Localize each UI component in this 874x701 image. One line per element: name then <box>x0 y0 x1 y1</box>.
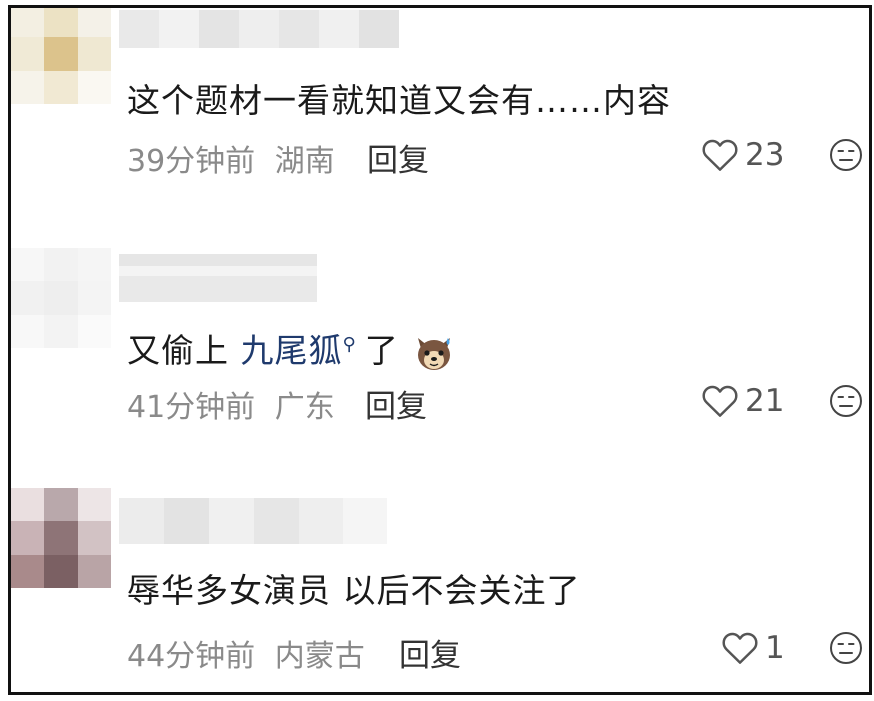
comment-time: 39分钟前 <box>127 144 256 179</box>
avatar[interactable] <box>11 248 111 348</box>
search-icon[interactable]: ⚲ <box>343 334 357 355</box>
comment-time: 41分钟前 <box>127 390 256 425</box>
like-button[interactable]: 1 <box>721 628 785 668</box>
comment-text-prefix: 又偷上 <box>127 331 229 370</box>
comment-location: 湖南 <box>274 144 335 179</box>
comment-item: 辱华多女演员 以后不会关注了 44分钟前 内蒙古 回复 1 <box>11 488 869 692</box>
like-count: 1 <box>765 630 785 666</box>
dislike-face-icon[interactable] <box>829 384 863 418</box>
comment-item: 又偷上 九尾狐⚲ 了 41分钟前 广东 回复 21 <box>11 248 869 478</box>
dislike-face-icon[interactable] <box>829 138 863 172</box>
heart-icon <box>702 139 738 171</box>
username[interactable] <box>119 10 399 48</box>
like-count: 23 <box>745 137 785 173</box>
avatar[interactable] <box>11 8 111 104</box>
hashtag-link[interactable]: 九尾狐 <box>241 331 343 370</box>
like-button[interactable]: 23 <box>701 135 784 175</box>
comment-text: 辱华多女演员 以后不会关注了 <box>127 571 581 610</box>
comment-item: 这个题材一看就知道又会有……内容 39分钟前 湖南 回复 23 <box>11 8 869 238</box>
comment-meta: 44分钟前 内蒙古 <box>127 631 365 675</box>
like-button[interactable]: 21 <box>701 381 784 421</box>
reply-button[interactable]: 回复 <box>365 381 427 426</box>
comment-location: 内蒙古 <box>274 639 365 674</box>
username[interactable] <box>119 498 387 544</box>
heart-icon <box>702 385 738 417</box>
heart-icon <box>722 632 758 664</box>
like-count: 21 <box>745 383 785 419</box>
avatar[interactable] <box>11 488 111 588</box>
reply-button[interactable]: 回复 <box>399 630 461 675</box>
comment-time: 44分钟前 <box>127 639 256 674</box>
comment-text-suffix: 了 <box>364 331 399 370</box>
comment-text: 这个题材一看就知道又会有……内容 <box>127 81 671 120</box>
comment-list: 这个题材一看就知道又会有……内容 39分钟前 湖南 回复 23 又偷上 九尾狐⚲… <box>8 5 872 695</box>
reply-button[interactable]: 回复 <box>367 135 429 180</box>
comment-text: 又偷上 九尾狐⚲ 了 <box>127 324 454 372</box>
comment-meta: 41分钟前 广东 <box>127 382 335 426</box>
comment-location: 广东 <box>274 390 335 425</box>
dislike-face-icon[interactable] <box>829 631 863 665</box>
dog-sweat-emoji <box>418 337 451 370</box>
comment-meta: 39分钟前 湖南 <box>127 136 335 180</box>
username[interactable] <box>119 254 317 302</box>
